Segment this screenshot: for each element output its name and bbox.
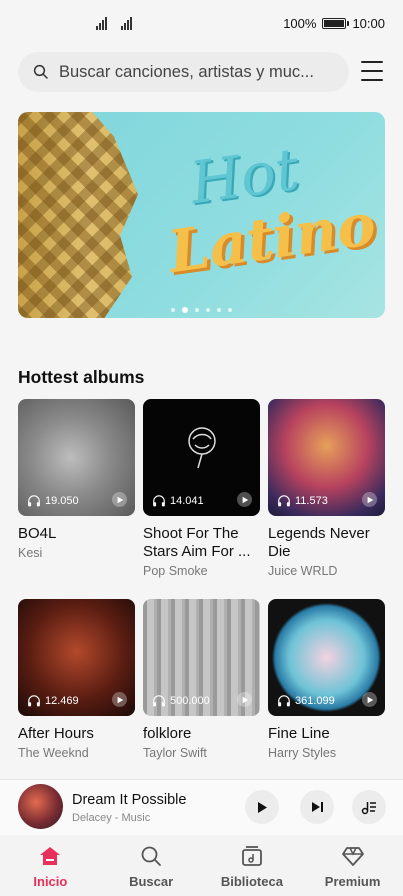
album-title: BO4L [18, 525, 57, 542]
album-title: Fine Line [268, 725, 330, 742]
album-card[interactable]: 19.050 BO4L Kesi [18, 399, 135, 560]
play-icon[interactable] [362, 492, 377, 507]
nav-label: Inicio [33, 874, 68, 889]
album-artist: Juice WRLD [268, 564, 338, 578]
signal-icon [96, 17, 107, 30]
music-app: 100% 10:00 Buscar canciones, artistas y … [0, 0, 403, 896]
carousel-dot[interactable] [228, 308, 232, 312]
play-count-value: 361.099 [295, 694, 335, 707]
play-icon[interactable] [237, 492, 252, 507]
play-count-value: 12.469 [45, 694, 79, 707]
carousel-dot[interactable] [171, 308, 175, 312]
skip-next-icon [311, 802, 323, 812]
status-right: 100% 10:00 [283, 16, 385, 31]
headphones-icon [153, 695, 165, 707]
album-title: folklore [143, 725, 192, 742]
search-icon [33, 64, 48, 79]
album-card[interactable]: 361.099 Fine Line Harry Styles [268, 599, 385, 760]
headphones-icon [278, 495, 290, 507]
rose-icon [188, 427, 216, 469]
headphones-icon [278, 695, 290, 707]
album-card[interactable]: 500.000 folklore Taylor Swift [143, 599, 260, 760]
search-input[interactable]: Buscar canciones, artistas y muc... [59, 63, 341, 82]
album-cover: 14.041 [143, 399, 260, 516]
carousel-dot[interactable] [206, 308, 210, 312]
play-count: 14.041 [152, 494, 204, 507]
play-icon[interactable] [237, 692, 252, 707]
album-card[interactable]: 11.573 Legends Never Die Juice WRLD [268, 399, 385, 578]
signal-icon [121, 17, 132, 30]
play-count: 500.000 [152, 694, 210, 707]
carousel-dot[interactable] [182, 307, 188, 313]
bottom-nav: Inicio Buscar Biblioteca Premium [0, 835, 403, 896]
play-count: 19.050 [27, 494, 79, 507]
play-count: 361.099 [277, 694, 335, 707]
nav-item-premium[interactable]: Premium [302, 835, 403, 896]
album-title: Shoot For The Stars Aim For ... [143, 525, 251, 560]
section-title: Hottest albums [18, 367, 145, 387]
nav-label: Biblioteca [220, 874, 283, 889]
nav-label: Premium [324, 874, 381, 889]
play-count-value: 500.000 [170, 694, 210, 707]
playlist-button[interactable] [352, 790, 386, 824]
play-icon[interactable] [362, 692, 377, 707]
play-icon [258, 801, 267, 813]
search-icon [141, 846, 162, 866]
album-title: After Hours [18, 725, 94, 742]
carousel-dot[interactable] [195, 308, 199, 312]
nav-label: Buscar [129, 874, 174, 889]
search-bar[interactable]: Buscar canciones, artistas y muc... [18, 52, 349, 92]
headphones-icon [28, 695, 40, 707]
album-title: Legends Never Die [268, 525, 370, 560]
album-cover: 12.469 [18, 599, 135, 716]
album-artist: Harry Styles [268, 746, 337, 760]
mini-player[interactable]: Dream It Possible Delacey - Music [0, 779, 403, 835]
album-cover: 19.050 [18, 399, 135, 516]
album-artist: Pop Smoke [143, 564, 208, 578]
battery-percent: 100% [283, 16, 317, 31]
battery-icon [322, 18, 350, 29]
library-icon [241, 846, 262, 866]
album-artist: The Weeknd [18, 746, 89, 760]
play-icon[interactable] [112, 692, 127, 707]
album-cover: 500.000 [143, 599, 260, 716]
carousel-dot[interactable] [217, 308, 221, 312]
album-cover: 361.099 [268, 599, 385, 716]
carousel-dots [18, 307, 385, 313]
headphones-icon [28, 495, 40, 507]
play-count-value: 19.050 [45, 494, 79, 507]
next-button[interactable] [300, 790, 334, 824]
menu-icon[interactable] [361, 61, 383, 81]
play-count-value: 14.041 [170, 494, 204, 507]
play-count: 12.469 [27, 694, 79, 707]
diamond-icon [341, 847, 364, 866]
play-count-value: 11.573 [295, 494, 328, 507]
play-count: 11.573 [277, 494, 328, 507]
album-artist: Taylor Swift [143, 746, 207, 760]
playlist-icon [361, 802, 376, 815]
album-card[interactable]: 12.469 After Hours The Weeknd [18, 599, 135, 760]
album-cover: 11.573 [268, 399, 385, 516]
nav-item-biblioteca[interactable]: Biblioteca [202, 835, 303, 896]
pineapple-image [18, 112, 138, 318]
play-icon[interactable] [112, 492, 127, 507]
headphones-icon [153, 495, 165, 507]
promo-banner[interactable]: Hot Latino [18, 112, 385, 318]
album-artist: Kesi [18, 546, 43, 560]
play-button[interactable] [245, 790, 279, 824]
nav-item-inicio[interactable]: Inicio [0, 835, 101, 896]
nav-item-buscar[interactable]: Buscar [101, 835, 202, 896]
now-playing-artist: Delacey - Music [72, 812, 151, 824]
home-icon [40, 847, 61, 865]
now-playing-title: Dream It Possible [72, 792, 187, 808]
status-bar: 100% 10:00 [0, 0, 403, 48]
now-playing-artwork [18, 784, 63, 829]
album-card[interactable]: 14.041 Shoot For The Stars Aim For ... P… [143, 399, 260, 578]
clock: 10:00 [352, 16, 385, 31]
